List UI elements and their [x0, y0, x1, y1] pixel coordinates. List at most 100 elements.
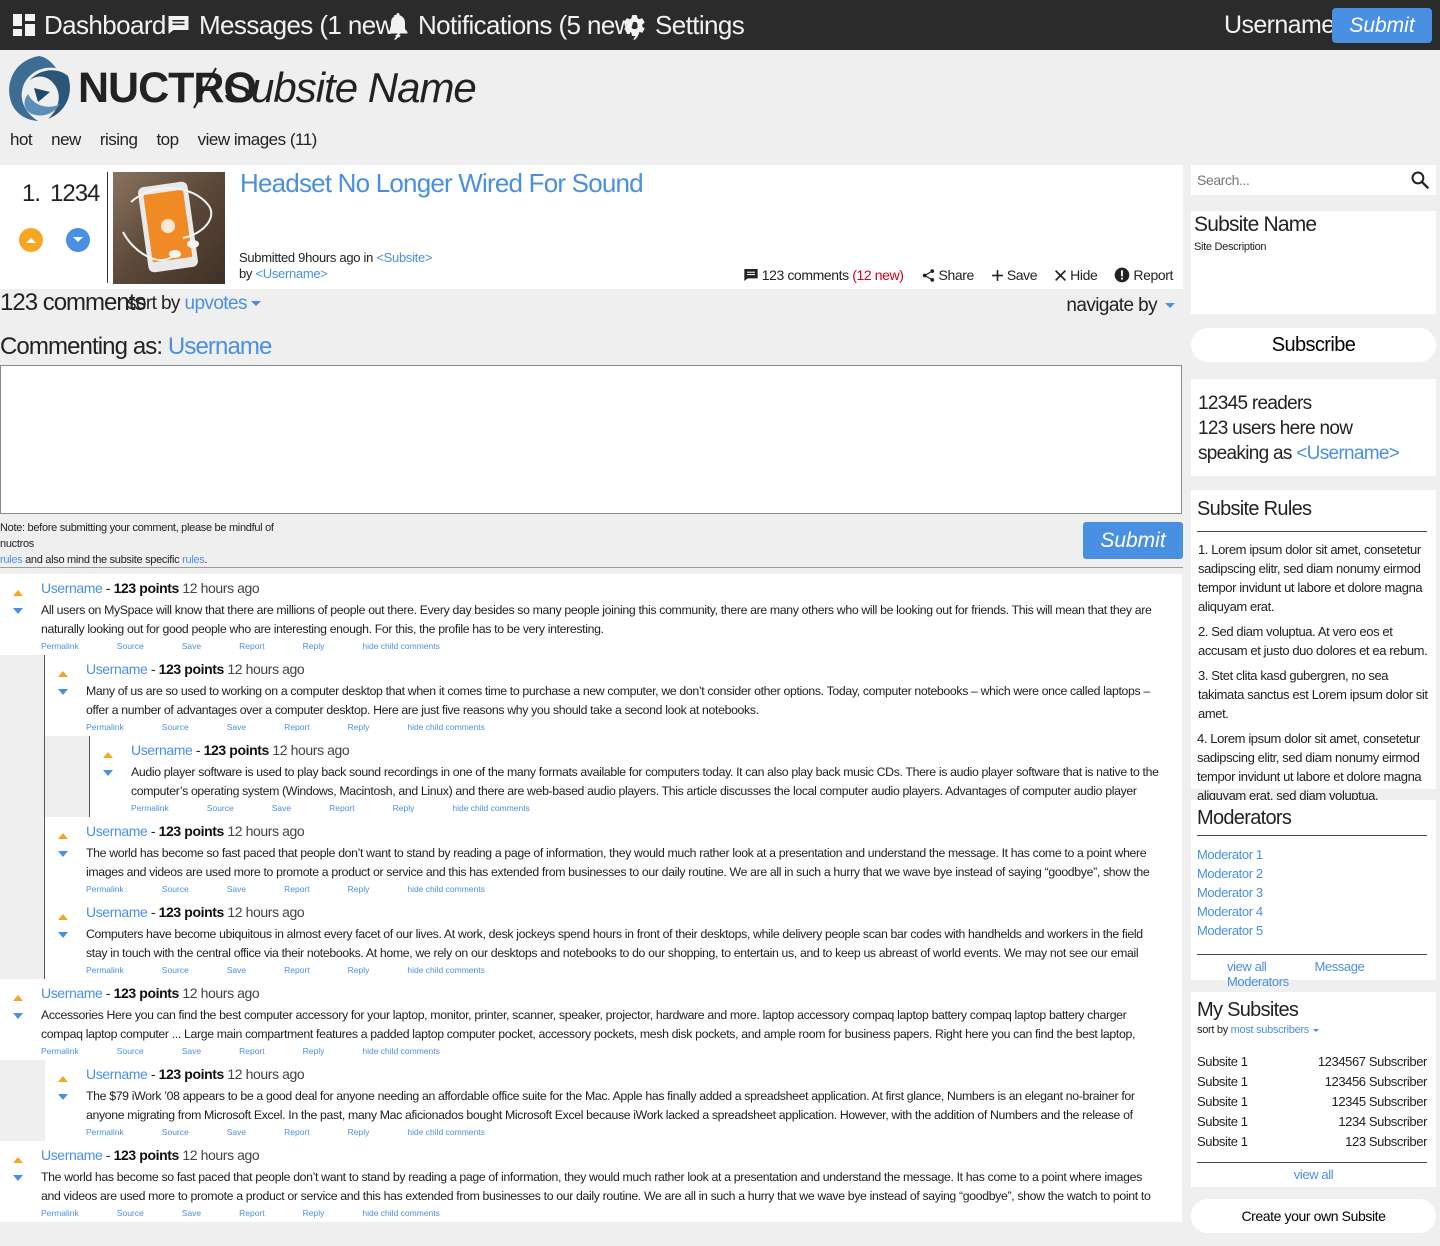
comment-action-source[interactable]: Source [117, 1046, 144, 1056]
comment-author[interactable]: Username [86, 904, 148, 920]
comment-action-reply[interactable]: Reply [303, 1208, 325, 1218]
nav-messages[interactable]: Messages (1 new) [166, 0, 402, 50]
my-subsite-row[interactable]: Subsite 1 1234 Subscriber [1197, 1114, 1427, 1134]
comment-author[interactable]: Username [41, 985, 103, 1001]
my-subsites-sort[interactable]: sort by most subscribers [1197, 1024, 1320, 1036]
subscribe-button[interactable]: Subscribe [1191, 328, 1436, 362]
comment-action-save[interactable]: Save [182, 1046, 201, 1056]
save-action[interactable]: Save [991, 267, 1038, 283]
comment-action-source[interactable]: Source [117, 641, 144, 651]
nav-dashboard[interactable]: Dashboard [12, 0, 166, 50]
share-action[interactable]: Share [921, 267, 974, 283]
comment-action-permalink[interactable]: Permalink [41, 1046, 79, 1056]
commenting-as-user[interactable]: Username [168, 333, 272, 360]
comment-action-save[interactable]: Save [227, 1127, 246, 1137]
report-action[interactable]: Report [1114, 267, 1173, 283]
upvote-arrow-icon[interactable] [58, 914, 68, 920]
comment-action-save[interactable]: Save [272, 803, 291, 813]
moderator-link[interactable]: Moderator 5 [1197, 921, 1263, 940]
tab-hot[interactable]: hot [10, 130, 33, 150]
nuctro-rules-link[interactable]: rules [0, 554, 23, 566]
upvote-arrow-icon[interactable] [13, 1157, 23, 1163]
comment-action-hide-child-comments[interactable]: hide child comments [362, 1046, 439, 1056]
comment-textarea[interactable] [0, 365, 1182, 514]
my-subsite-name[interactable]: Subsite 1 [1197, 1134, 1248, 1154]
comment-action-reply[interactable]: Reply [393, 803, 415, 813]
nav-notifications[interactable]: Notifications (5 new) [386, 0, 642, 50]
my-subsite-row[interactable]: Subsite 1 12345 Subscriber [1197, 1094, 1427, 1114]
comment-action-source[interactable]: Source [162, 965, 189, 975]
upvote-arrow-icon[interactable] [13, 590, 23, 596]
sidebar-subsite-name[interactable]: Subsite Name [1194, 213, 1317, 237]
upvote-arrow-icon[interactable] [58, 671, 68, 677]
comment-action-hide-child-comments[interactable]: hide child comments [452, 803, 529, 813]
mysubs-view-all-link[interactable]: view all [1294, 1167, 1334, 1182]
comment-action-report[interactable]: Report [329, 803, 355, 813]
comment-action-source[interactable]: Source [207, 803, 234, 813]
comment-action-hide-child-comments[interactable]: hide child comments [407, 722, 484, 732]
upvote-button[interactable] [19, 228, 43, 252]
hide-action[interactable]: Hide [1054, 267, 1098, 283]
comment-action-report[interactable]: Report [284, 965, 310, 975]
tab-new[interactable]: new [51, 130, 81, 150]
comment-action-hide-child-comments[interactable]: hide child comments [362, 641, 439, 651]
comment-action-permalink[interactable]: Permalink [41, 641, 79, 651]
downvote-arrow-icon[interactable] [58, 851, 68, 857]
downvote-arrow-icon[interactable] [58, 1094, 68, 1100]
post-subsite-link[interactable]: <Subsite> [376, 250, 432, 265]
downvote-button[interactable] [66, 228, 90, 252]
comment-action-reply[interactable]: Reply [348, 965, 370, 975]
post-author-link[interactable]: <Username> [255, 266, 327, 281]
comment-action-save[interactable]: Save [227, 884, 246, 894]
post-thumbnail[interactable] [113, 172, 225, 284]
downvote-arrow-icon[interactable] [13, 608, 23, 614]
upvote-arrow-icon[interactable] [58, 833, 68, 839]
comment-action-report[interactable]: Report [284, 884, 310, 894]
tab-rising[interactable]: rising [100, 130, 138, 150]
downvote-arrow-icon[interactable] [103, 770, 113, 776]
downvote-arrow-icon[interactable] [58, 689, 68, 695]
my-subsite-name[interactable]: Subsite 1 [1197, 1074, 1248, 1094]
comment-author[interactable]: Username [131, 742, 193, 758]
upvote-arrow-icon[interactable] [13, 995, 23, 1001]
comments-action[interactable]: 123 comments (12 new) [743, 267, 904, 283]
comment-author[interactable]: Username [86, 823, 148, 839]
comment-action-save[interactable]: Save [182, 1208, 201, 1218]
mysubs-sort-value[interactable]: most subscribers [1231, 1024, 1310, 1036]
speaking-as-user[interactable]: <Username> [1296, 443, 1400, 464]
comment-action-source[interactable]: Source [162, 884, 189, 894]
subsite-rules-link[interactable]: rules [182, 554, 205, 566]
upvote-arrow-icon[interactable] [58, 1076, 68, 1082]
comment-action-report[interactable]: Report [239, 1208, 265, 1218]
subsite-title[interactable]: Subsite Name [224, 64, 477, 112]
nav-settings[interactable]: Settings [622, 0, 745, 50]
comment-action-source[interactable]: Source [117, 1208, 144, 1218]
comment-action-permalink[interactable]: Permalink [131, 803, 169, 813]
moderator-link[interactable]: Moderator 2 [1197, 864, 1263, 883]
comment-action-save[interactable]: Save [227, 965, 246, 975]
nuctro-logo-icon[interactable] [4, 54, 74, 122]
comment-submit-button[interactable]: Submit [1083, 522, 1183, 559]
sort-by-value[interactable]: upvotes [185, 293, 248, 314]
mods-view-all-link[interactable]: view all [1227, 959, 1267, 974]
comment-author[interactable]: Username [86, 661, 148, 677]
comment-author[interactable]: Username [86, 1066, 148, 1082]
moderator-link[interactable]: Moderator 1 [1197, 845, 1263, 864]
comment-action-reply[interactable]: Reply [348, 1127, 370, 1137]
top-username[interactable]: Username [1224, 0, 1335, 50]
comment-action-permalink[interactable]: Permalink [41, 1208, 79, 1218]
comment-action-save[interactable]: Save [227, 722, 246, 732]
comment-action-reply[interactable]: Reply [303, 1046, 325, 1056]
comment-action-source[interactable]: Source [162, 722, 189, 732]
my-subsite-row[interactable]: Subsite 1 1234567 Subscriber [1197, 1054, 1427, 1074]
my-subsite-name[interactable]: Subsite 1 [1197, 1114, 1248, 1134]
comment-action-hide-child-comments[interactable]: hide child comments [362, 1208, 439, 1218]
search-icon[interactable] [1410, 170, 1430, 190]
comment-sort[interactable]: sort by upvotes [127, 293, 261, 315]
tab-top[interactable]: top [156, 130, 179, 150]
downvote-arrow-icon[interactable] [13, 1175, 23, 1181]
downvote-arrow-icon[interactable] [13, 1013, 23, 1019]
comment-action-reply[interactable]: Reply [303, 641, 325, 651]
comment-action-permalink[interactable]: Permalink [86, 722, 124, 732]
my-subsite-name[interactable]: Subsite 1 [1197, 1094, 1248, 1114]
